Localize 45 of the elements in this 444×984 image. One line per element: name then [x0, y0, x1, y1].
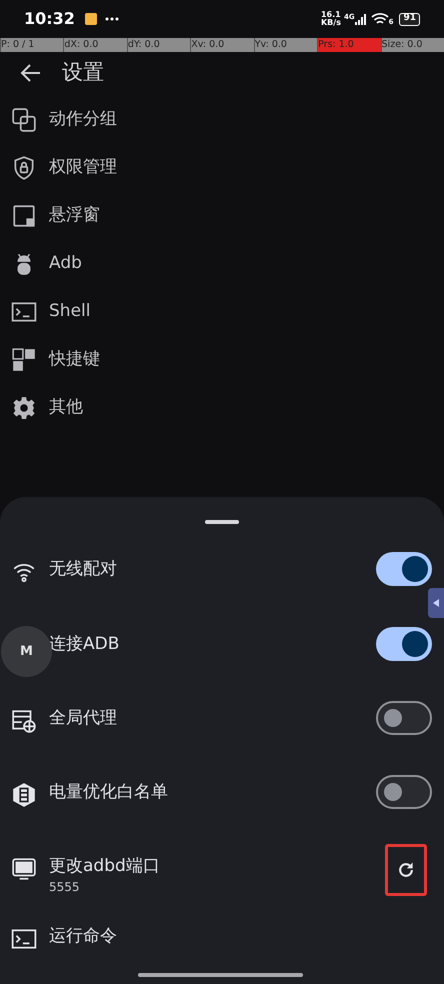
setting-label[interactable]: 全局代理 — [49, 706, 117, 730]
notification-icon — [84, 13, 97, 25]
pointer-stat: Size: 0.0 — [380, 38, 444, 52]
window-icon — [11, 203, 37, 229]
overlapping-squares-icon — [11, 107, 37, 133]
setting-label[interactable]: 电量优化白名单 — [49, 780, 168, 804]
setting-label[interactable]: 运行命令 — [49, 924, 117, 948]
refresh-icon — [396, 860, 416, 880]
menu-item[interactable]: Adb — [0, 240, 444, 288]
pointer-stat: dX: 0.0 — [63, 38, 127, 52]
signal-icon — [354, 14, 367, 24]
side-handle[interactable] — [428, 588, 444, 618]
caret-icon — [433, 599, 439, 607]
back-arrow-icon[interactable] — [20, 63, 42, 83]
menu-item[interactable]: 快捷键 — [0, 336, 444, 384]
wifi-icon — [370, 12, 389, 26]
toggle-switch[interactable] — [376, 552, 432, 586]
port-value: 5555 — [49, 879, 81, 896]
pointer-stat: dY: 0.0 — [126, 38, 190, 52]
setting-label[interactable]: 更改adbd端口 — [49, 854, 160, 878]
toggle-switch[interactable] — [376, 701, 432, 735]
monitor-icon — [11, 856, 37, 882]
speed-unit: KB/s — [320, 19, 341, 27]
pointer-stat: Xv: 0.0 — [190, 38, 254, 52]
gear-icon — [11, 395, 37, 421]
page-title: 设置 — [62, 59, 104, 86]
refresh-button[interactable] — [385, 844, 427, 896]
menu-item[interactable]: 动作分组 — [0, 96, 444, 144]
network-speed: 16.1 — [320, 11, 341, 19]
server-globe-icon — [11, 708, 37, 734]
drag-handle[interactable] — [205, 520, 239, 524]
more-dots-icon — [104, 17, 119, 21]
shortcut-keys-icon — [11, 347, 37, 373]
menu-item[interactable]: 其他 — [0, 384, 444, 432]
pointer-stat: P: 0 / 1 — [0, 38, 64, 52]
menu-item[interactable]: 权限管理 — [0, 144, 444, 192]
menu-item[interactable]: Shell — [0, 288, 444, 336]
pointer-stat: Prs: 1.0 — [317, 38, 381, 52]
menu-item[interactable]: 悬浮窗 — [0, 192, 444, 240]
clock: 10:32 — [24, 8, 75, 30]
hexagon-badge-icon — [11, 782, 37, 808]
toggle-switch[interactable] — [376, 775, 432, 809]
setting-label[interactable]: 无线配对 — [49, 557, 117, 581]
setting-label[interactable]: 连接ADB — [49, 632, 120, 656]
toggle-switch[interactable] — [376, 627, 432, 661]
